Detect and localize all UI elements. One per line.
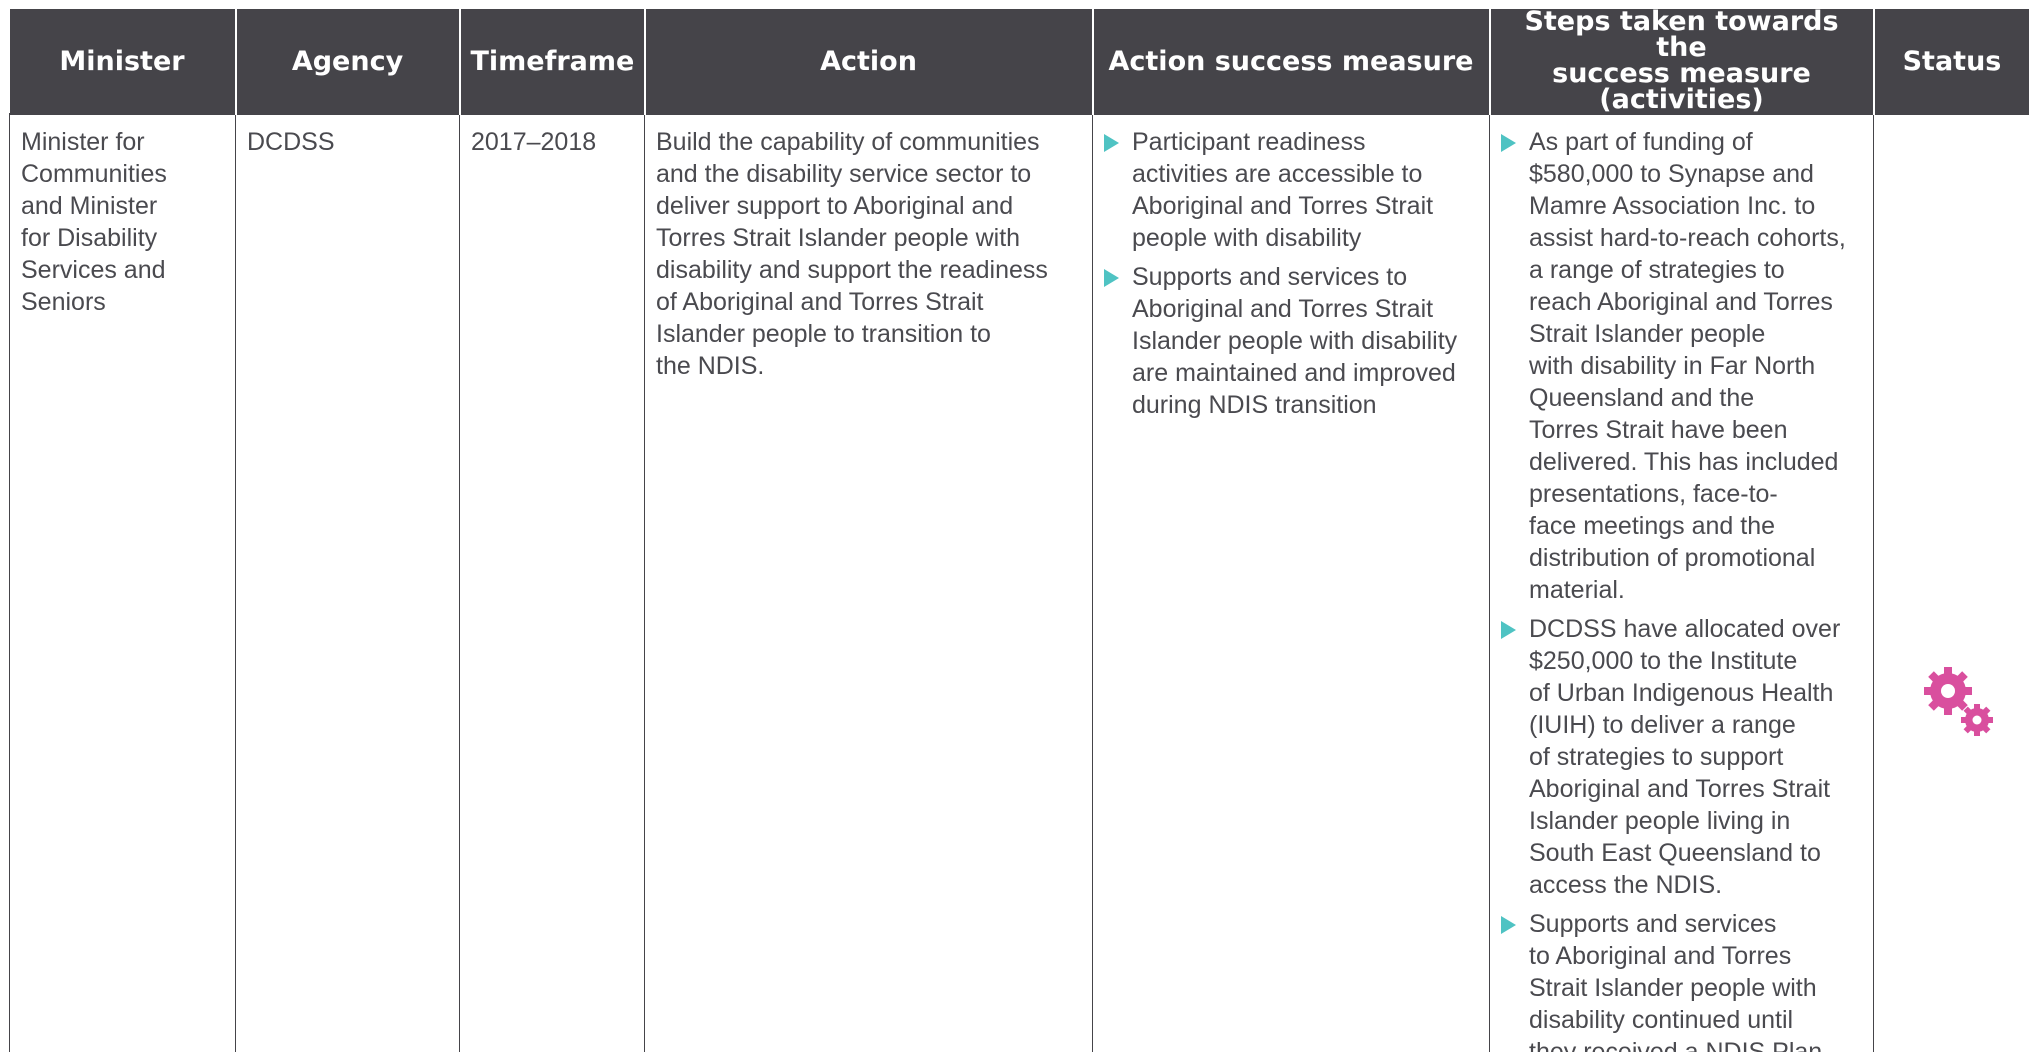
list-item-line: Aboriginal and Torres Strait [1132,295,1434,323]
text-line: and the disability service sector to [656,160,1032,188]
list-item-line: $250,000 to the Institute [1529,647,1798,675]
cell-status [1873,114,2029,1052]
list-item-line: a range of strategies to [1529,256,1785,284]
table-row: Minister for Communities and Minister for D… [9,114,2029,1052]
list-item-line: DCDSS have allocated over [1529,615,1841,643]
list-item-line: Strait Islander people [1529,320,1766,348]
text-line: Seniors [21,288,106,316]
list-item-line: presentations, face-to- [1529,480,1778,508]
text-line: deliver support to Aboriginal and [656,192,1014,220]
text-line: and Minister [21,192,158,220]
text-line: Services and [21,256,166,284]
list-item-line: Participant readiness [1132,128,1366,156]
action-plan-table: Minister Agency Timeframe Action Action … [9,6,2029,1052]
list-item-line: people with disability [1132,224,1362,252]
action-text: Build the capability of communities and t… [656,126,1081,382]
cell-minister: Minister for Communities and Minister for D… [9,114,236,1052]
list-item-line: Islander people living in [1529,807,1791,835]
minister-text: Minister for Communities and Minister for D… [21,126,224,318]
triangle-bullet-icon [1501,916,1516,934]
text-line: Communities [21,160,167,188]
text-line: Build the capability of communities [656,128,1040,156]
list-item-line: Islander people with disability [1132,327,1458,355]
triangle-bullet-icon [1104,134,1119,152]
list-item-line: As part of funding of [1529,128,1753,156]
list-item: DCDSS have allocated over $250,000 to the… [1501,613,1862,901]
text-line: Minister for [21,128,145,156]
list-item-line: Aboriginal and Torres Strait [1132,192,1434,220]
cell-timeframe: 2017–2018 [459,114,645,1052]
list-item-line: assist hard-to-reach cohorts, [1529,224,1846,252]
text-line: for Disability [21,224,158,252]
list-item-line: to Aboriginal and Torres [1529,942,1792,970]
header-timeframe: Timeframe [458,9,645,114]
text-line: the NDIS. [656,352,765,380]
table-header-row: Minister Agency Timeframe Action Action … [9,6,2029,115]
text-line: Torres Strait Islander people with [656,224,1021,252]
list-item-line: South East Queensland to [1529,839,1821,867]
list-item-line: of strategies to support [1529,743,1784,771]
list-item-line: (IUIH) to deliver a range [1529,711,1796,739]
cell-agency: DCDSS [235,114,460,1052]
agency-text: DCDSS [247,128,335,156]
text-line: of Aboriginal and Torres Strait [656,288,984,316]
list-item-line: Aboriginal and Torres Strait [1529,775,1831,803]
list-item-line: during NDIS transition [1132,391,1377,419]
list-item-line: distribution of promotional [1529,544,1816,572]
timeframe-text: 2017–2018 [471,128,597,156]
header-steps-line1: Steps taken towards the [1524,6,1839,63]
list-item-line: they received a NDIS Plan. [1529,1038,1830,1052]
list-item-line: material. [1529,576,1625,604]
text-line: disability and support the readiness [656,256,1048,284]
action-plan-page: Minister Agency Timeframe Action Action … [0,0,2029,1052]
list-item: Supports and services to Aboriginal and T… [1501,908,1862,1052]
cell-success-measure: Participant readiness activities are acce… [1092,114,1490,1052]
small-gear-shape [1961,704,1993,736]
header-steps: Steps taken towards the success measure … [1488,6,1874,115]
gears-icon [1924,667,1993,736]
cell-action: Build the capability of communities and t… [644,114,1093,1052]
list-item-line: Supports and services [1529,910,1777,938]
list-item-line: Supports and services to [1132,263,1408,291]
header-action: Action [643,9,1093,114]
activities-list: As part of funding of $580,000 to Synapse… [1501,126,1862,1052]
triangle-bullet-icon [1501,134,1516,152]
list-item-line: $580,000 to Synapse and [1529,160,1814,188]
list-item-line: of Urban Indigenous Health [1529,679,1834,707]
large-gear-shape [1924,667,1972,715]
list-item: As part of funding of $580,000 to Synapse… [1501,126,1862,606]
header-agency: Agency [234,9,460,114]
triangle-bullet-icon [1501,621,1516,639]
header-status: Status [1872,9,2029,114]
list-item-line: reach Aboriginal and Torres [1529,288,1833,316]
list-item-line: are maintained and improved [1132,359,1456,387]
list-item-line: access the NDIS. [1529,871,1723,899]
header-success-measure: Action success measure [1091,9,1490,114]
list-item: Participant readiness activities are acce… [1104,126,1478,254]
list-item-line: activities are accessible to [1132,160,1423,188]
list-item-line: Mamre Association Inc. to [1529,192,1816,220]
list-item-line: delivered. This has included [1529,448,1839,476]
header-steps-line2: success measure (activities) [1552,58,1811,115]
list-item-line: Torres Strait have been [1529,416,1788,444]
triangle-bullet-icon [1104,269,1119,287]
cell-steps: As part of funding of $580,000 to Synapse… [1489,114,1874,1052]
list-item: Supports and services to Aboriginal and T… [1104,261,1478,421]
success-measure-list: Participant readiness activities are acce… [1104,126,1478,421]
list-item-line: Queensland and the [1529,384,1755,412]
header-minister: Minister [9,9,236,114]
list-item-line: face meetings and the [1529,512,1775,540]
list-item-line: with disability in Far North [1529,352,1816,380]
list-item-line: disability continued until [1529,1006,1794,1034]
list-item-line: Strait Islander people with [1529,974,1817,1002]
text-line: Islander people to transition to [656,320,991,348]
